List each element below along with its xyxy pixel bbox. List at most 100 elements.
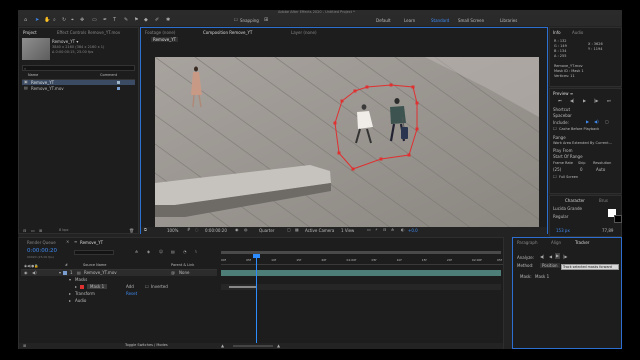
interpret-footage-icon[interactable]: ⊟ [23,228,26,234]
toggle-switches-modes[interactable]: Toggle Switches / Modes [125,343,168,348]
label-color-swatch[interactable] [117,81,120,84]
work-area-bar[interactable] [221,251,501,254]
mask-row[interactable]: ▸ Mask 1 Add ☐ Inverted [21,284,217,290]
zoom-tool-icon[interactable]: ⌕ [53,17,56,23]
track-forward-icon[interactable]: ▶ [555,253,561,259]
time-ruler[interactable]: 00f 05f 10f 15f 20f 01:00f 05f 10f 15f 20f 02:00f 0… [221,256,503,265]
column-source-name[interactable]: Source Name [83,263,106,268]
workspace-default[interactable]: Default [376,18,391,23]
cache-checkbox[interactable]: ☐ [553,126,557,132]
mask-visibility-icon[interactable]: ◌ [195,227,199,233]
play-from-dropdown[interactable]: Start Of Range [553,154,583,159]
playhead-handle[interactable] [253,254,260,258]
comp-breadcrumb[interactable]: Remove_YT [151,37,179,42]
trash-icon[interactable]: 🗑 [129,228,134,234]
project-item-comp[interactable]: ▣ Remove_YT [22,79,135,85]
reset-exposure-icon[interactable]: ◐ [401,227,405,233]
rectangle-tool-icon[interactable]: ▭ [92,17,97,23]
audio-toggle-icon[interactable]: ◀) [32,270,37,276]
expand-masks-icon[interactable]: ▾ [69,277,71,283]
bit-depth-toggle[interactable]: 8 bpc [59,228,69,233]
mask-name[interactable]: Mask 1 [87,284,108,289]
mask-inverted-checkbox[interactable]: ☐ [145,284,149,290]
footage-name[interactable]: Remove_YT ▾ [52,39,78,44]
audio-row[interactable]: ▸ Audio [21,298,217,304]
graph-editor-icon[interactable]: ⌇ [195,249,197,255]
frame-blending-icon[interactable]: ▤ [171,249,175,255]
font-style-dropdown[interactable]: Regular [553,214,568,219]
always-preview-icon[interactable]: ⧉ [144,227,147,233]
tab-project[interactable]: Project [23,30,37,35]
transform-row[interactable]: ▸ Transform Reset [21,291,217,297]
flowchart-icon[interactable]: ⋔ [391,227,394,233]
first-frame-icon[interactable]: ⏮ [558,98,562,104]
masks-group-row[interactable]: ▾ Masks [21,277,217,283]
clone-stamp-tool-icon[interactable]: ⚑ [134,17,138,23]
parent-pickwhip-icon[interactable]: @ [171,270,175,276]
last-frame-icon[interactable]: ⏭ [607,98,611,104]
composition-frame[interactable] [155,57,539,231]
view-layout-dropdown[interactable]: 1 View [341,228,354,233]
font-size-field[interactable]: 153 px [556,228,570,233]
zoom-in-time-icon[interactable]: ▲ [277,343,280,349]
fast-previews-icon[interactable]: ⚡ [375,227,378,233]
tab-footage[interactable]: Footage (none) [145,30,175,35]
tab-align[interactable]: Align [551,240,561,245]
resolution-dropdown[interactable]: Quarter [259,228,274,233]
exposure-value[interactable]: +0.0 [408,228,418,233]
label-color-swatch[interactable] [117,87,120,90]
method-dropdown[interactable]: Position [540,263,560,268]
playhead[interactable] [253,254,260,349]
parent-dropdown[interactable]: None [179,270,189,275]
tab-timeline-comp[interactable]: Remove_YT [80,240,103,245]
tab-character[interactable]: Character [565,198,585,203]
mask-mode-dropdown[interactable]: Add [126,284,134,289]
tab-audio[interactable]: Audio [572,30,583,35]
grid-guides-icon[interactable]: # [187,227,190,233]
include-video-icon[interactable]: ▶ [586,119,589,125]
pixel-aspect-icon[interactable]: ▭ [367,227,371,233]
roto-brush-tool-icon[interactable]: ✐ [155,17,159,23]
camera-tool-icon[interactable]: ⌖ [71,17,74,23]
column-name[interactable]: Name [28,73,38,78]
mask-color-swatch[interactable] [80,285,84,289]
range-dropdown[interactable]: Work Area Extended By Current... [553,141,612,146]
workspace-standard[interactable]: Standard [431,18,449,23]
snapshot-icon[interactable]: ◉ [235,227,239,233]
frame-rate-dropdown[interactable]: (25) [553,167,561,172]
transparency-grid-icon[interactable]: ▦ [295,227,299,233]
puppet-tool-icon[interactable]: ✱ [166,17,170,23]
zoom-out-time-icon[interactable]: ▲ [221,343,224,349]
track-backward-one-icon[interactable]: ◀ [549,254,552,260]
tab-paragraph[interactable]: Paragraph [517,240,538,245]
workspace-small-screen[interactable]: Small Screen [458,18,484,23]
stroke-color-swatch[interactable] [614,215,622,223]
pen-tool-icon[interactable]: ✒ [103,17,107,23]
tab-brushes[interactable]: Brus [599,198,608,203]
previous-frame-icon[interactable]: ◀| [570,98,574,104]
layer-duration-bar[interactable] [221,270,501,276]
timeline-icon[interactable]: ⊟ [383,227,386,233]
font-family-dropdown[interactable]: Lucida Grande [553,206,582,211]
draft-3d-icon[interactable]: ◈ [147,249,150,255]
home-icon[interactable]: ⌂ [24,17,27,23]
shortcut-dropdown[interactable]: Spacebar [553,113,572,118]
column-comment[interactable]: Comment [100,73,117,78]
tab-render-queue[interactable]: Render Queue [27,240,56,245]
motion-blur-icon[interactable]: ◔ [183,249,187,255]
include-audio-icon[interactable]: ◀) [594,119,599,125]
tab-effect-controls[interactable]: Effect Controls Remove_YT.mov [57,30,120,35]
type-tool-icon[interactable]: T [113,17,116,23]
timeline-search-input[interactable] [74,250,114,255]
timeline-current-time[interactable]: 0:00:00:20 [27,248,57,254]
snapping-checkbox[interactable]: ☐ [234,17,238,23]
column-parent[interactable]: Parent & Link [171,263,194,268]
next-frame-icon[interactable]: |▶ [594,98,598,104]
expand-transform-icon[interactable]: ▸ [69,291,71,297]
track-backward-icon[interactable]: ◀| [540,254,544,260]
visibility-eye-icon[interactable]: ◉ [24,270,28,276]
time-zoom-slider[interactable] [233,345,273,347]
pan-behind-tool-icon[interactable]: ✥ [80,17,84,23]
hand-tool-icon[interactable]: ✋ [44,17,50,23]
project-item-footage[interactable]: ▤ Remove_YT.mov [22,85,135,91]
